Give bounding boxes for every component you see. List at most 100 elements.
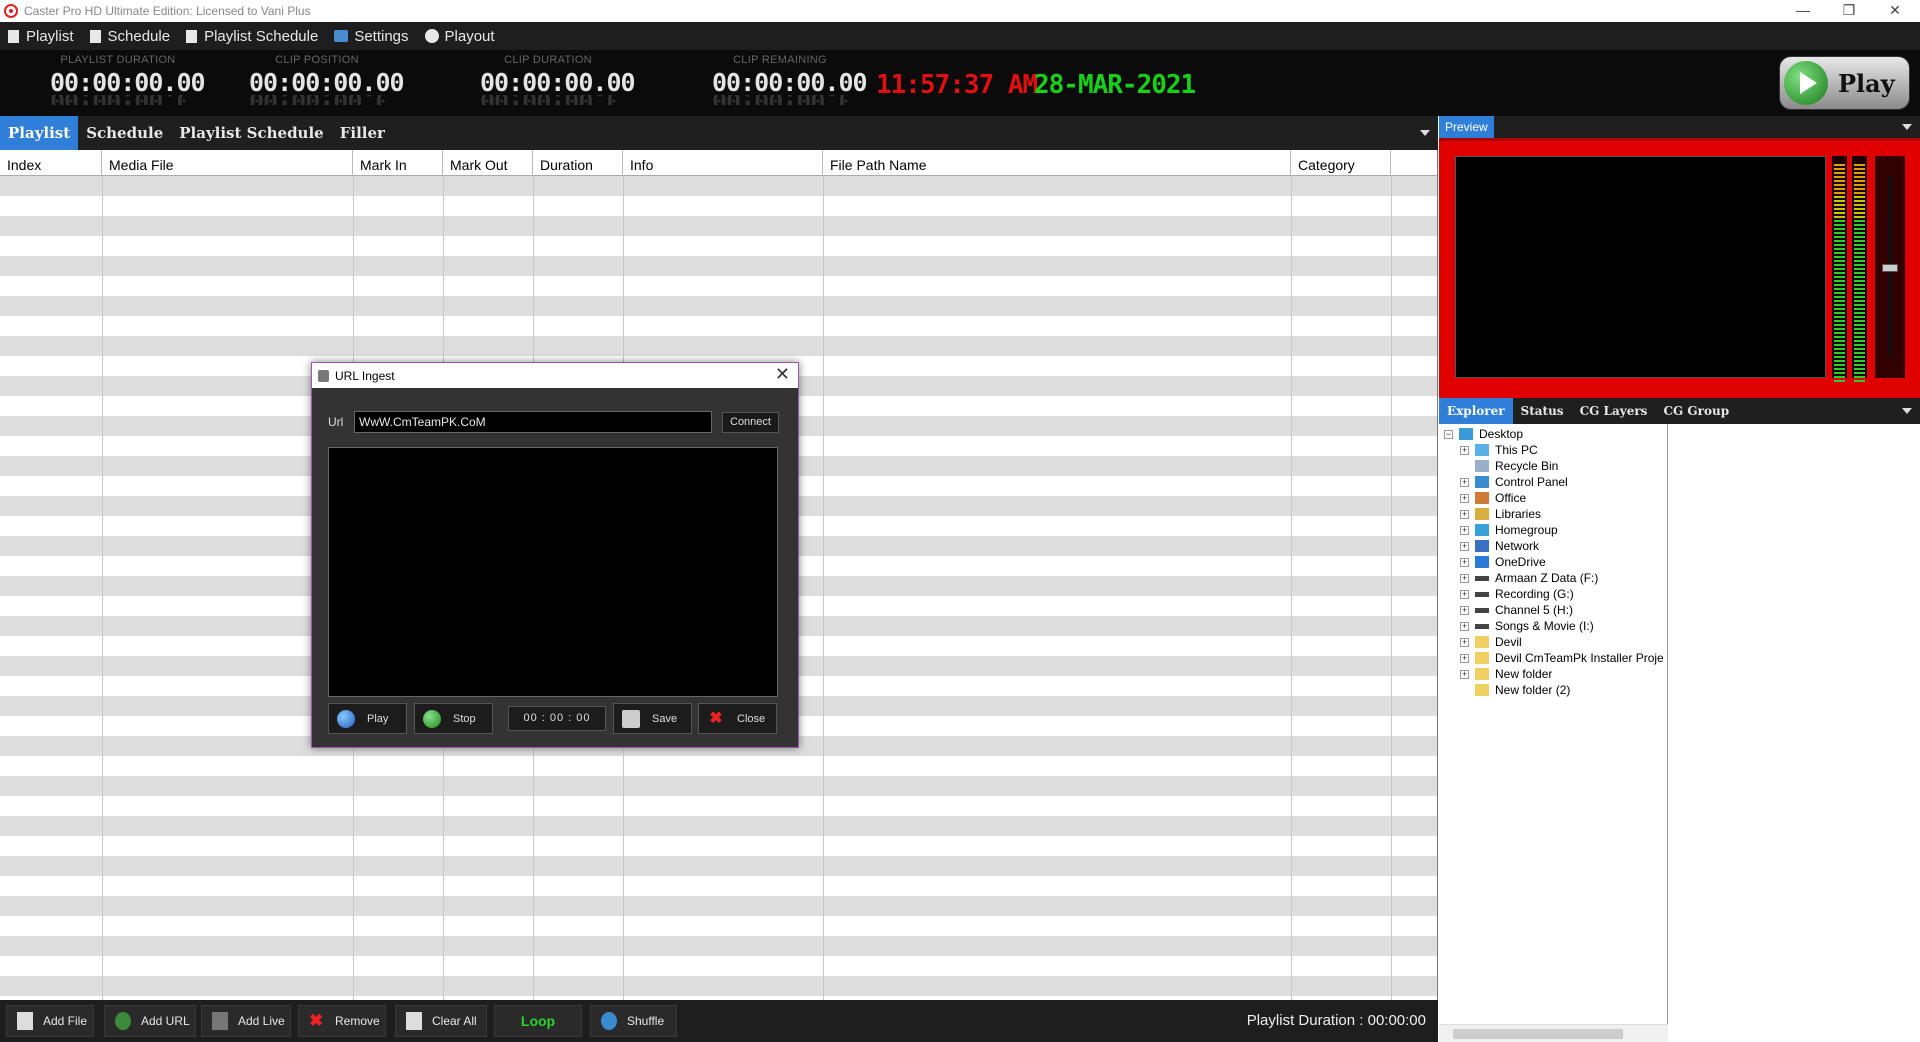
table-row[interactable] [0,876,1437,896]
column-header-mark-out[interactable]: Mark Out [443,150,533,176]
tab-explorer[interactable]: Explorer [1439,398,1513,424]
table-row[interactable] [0,976,1437,996]
tree-node[interactable]: + Office [1460,490,1526,506]
tree-node[interactable]: + This PC [1460,442,1538,458]
url-input[interactable] [354,411,712,433]
expand-icon[interactable]: + [1460,573,1469,583]
table-row[interactable] [0,216,1437,236]
table-row[interactable] [0,836,1437,856]
menu-settings[interactable]: Settings [334,28,409,45]
column-header-mark-in[interactable]: Mark In [353,150,443,176]
table-row[interactable] [0,316,1437,336]
horizontal-scrollbar[interactable] [1439,1024,1668,1042]
tab-filler[interactable]: Filler [332,116,393,150]
clear-all-button[interactable]: Clear All [395,1005,487,1037]
tree-node[interactable]: + Songs & Movie (I:) [1460,618,1594,634]
expand-icon[interactable]: + [1460,525,1469,535]
tab-playlist[interactable]: Playlist [0,116,79,150]
column-header-media-file[interactable]: Media File [102,150,353,176]
table-row[interactable] [0,816,1437,836]
tab-schedule[interactable]: Schedule [78,116,171,150]
tree-node[interactable]: + New folder [1460,666,1552,682]
table-row[interactable] [0,176,1437,196]
shuffle-button[interactable]: Shuffle [590,1005,677,1037]
expand-icon[interactable]: + [1460,445,1469,455]
restore-button[interactable]: ❐ [1826,0,1872,22]
tree-node[interactable]: + Homegroup [1460,522,1558,538]
remove-button[interactable]: ✖ Remove [298,1005,386,1037]
menu-playlist-schedule[interactable]: Playlist Schedule [186,28,318,45]
add-url-button[interactable]: Add URL [104,1005,196,1037]
volume-fader[interactable] [1875,156,1905,378]
close-window-button[interactable]: ✕ [1872,0,1918,22]
table-row[interactable] [0,896,1437,916]
table-row[interactable] [0,756,1437,776]
tree-node[interactable]: + Devil [1460,634,1522,650]
expand-icon[interactable]: + [1460,605,1469,615]
expand-icon[interactable]: + [1460,669,1469,679]
expand-icon[interactable]: + [1460,493,1469,503]
expand-icon[interactable]: + [1460,589,1469,599]
table-row[interactable] [0,236,1437,256]
table-row[interactable] [0,956,1437,976]
expand-icon[interactable]: + [1460,621,1469,631]
dialog-save-button[interactable]: Save [613,703,692,734]
column-header-info[interactable]: Info [623,150,823,176]
tree-node[interactable]: + OneDrive [1460,554,1546,570]
chevron-down-icon[interactable] [1420,130,1430,136]
menu-playlist[interactable]: Playlist [8,28,74,45]
expand-icon[interactable]: + [1460,541,1469,551]
tab-playlist-schedule[interactable]: Playlist Schedule [171,116,331,150]
column-header-duration[interactable]: Duration [533,150,623,176]
menu-playout[interactable]: Playout [424,28,495,45]
table-row[interactable] [0,336,1437,356]
tree-node[interactable]: + Devil CmTeamPk Installer Proje [1460,650,1664,666]
column-header-category[interactable]: Category [1291,150,1391,176]
tree-node[interactable]: + Libraries [1460,506,1541,522]
chevron-down-icon[interactable] [1902,124,1912,130]
expand-icon[interactable]: + [1460,477,1469,487]
table-row[interactable] [0,276,1437,296]
tab-preview[interactable]: Preview [1439,116,1494,138]
collapse-icon[interactable]: − [1444,429,1453,439]
table-row[interactable] [0,916,1437,936]
tree-node[interactable]: New folder (2) [1460,682,1570,698]
column-header-file-path-name[interactable]: File Path Name [823,150,1291,176]
ingest-time-field[interactable]: 00 : 00 : 00 [508,706,606,731]
tree-node[interactable]: + Control Panel [1460,474,1568,490]
tree-node[interactable]: + Network [1460,538,1539,554]
minimize-button[interactable]: — [1780,0,1826,22]
column-header-index[interactable]: Index [0,150,102,176]
table-row[interactable] [0,296,1437,316]
expand-icon[interactable]: + [1460,509,1469,519]
close-icon[interactable]: ✕ [775,364,790,385]
table-row[interactable] [0,856,1437,876]
table-row[interactable] [0,196,1437,216]
expand-icon[interactable]: + [1460,653,1469,663]
add-file-button[interactable]: Add File [6,1005,94,1037]
tree-node[interactable]: + Armaan Z Data (F:) [1460,570,1598,586]
dialog-play-button[interactable]: Play [328,703,407,734]
tab-cg-layers[interactable]: CG Layers [1572,398,1656,424]
tree-node-desktop[interactable]: − Desktop [1444,426,1523,442]
table-row[interactable] [0,936,1437,956]
table-row[interactable] [0,776,1437,796]
loop-toggle[interactable]: Loop [494,1005,582,1037]
folder-tree[interactable]: − Desktop + This PC Recycle Bin + Control Pa… [1439,424,1668,1042]
menu-schedule[interactable]: Schedule [89,28,170,45]
expand-icon[interactable]: + [1460,637,1469,647]
fader-knob[interactable] [1882,264,1898,272]
chevron-down-icon[interactable] [1902,408,1912,414]
scrollbar-thumb[interactable] [1453,1029,1623,1039]
expand-icon[interactable]: + [1460,557,1469,567]
dialog-stop-button[interactable]: Stop [414,703,493,734]
add-live-button[interactable]: Add Live [201,1005,291,1037]
tree-node[interactable]: Recycle Bin [1460,458,1558,474]
tab-cg-group[interactable]: CG Group [1655,398,1737,424]
tree-node[interactable]: + Recording (G:) [1460,586,1574,602]
dialog-close-button[interactable]: ✖ Close [698,703,777,734]
connect-button[interactable]: Connect [722,412,779,433]
tree-node[interactable]: + Channel 5 (H:) [1460,602,1573,618]
tab-status[interactable]: Status [1513,398,1572,424]
table-row[interactable] [0,796,1437,816]
